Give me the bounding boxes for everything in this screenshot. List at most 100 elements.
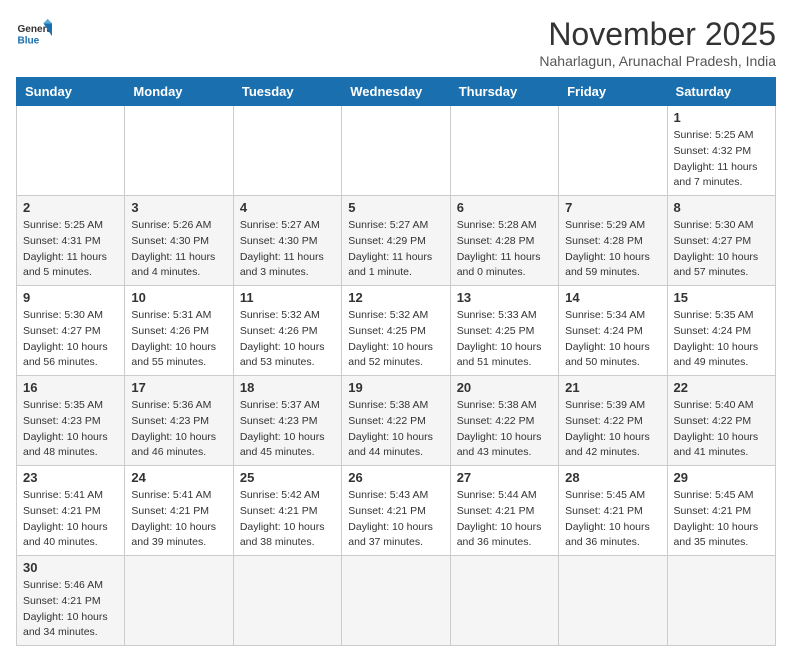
calendar-day-cell: 8Sunrise: 5:30 AM Sunset: 4:27 PM Daylig… — [667, 196, 775, 286]
calendar-table: Sunday Monday Tuesday Wednesday Thursday… — [16, 77, 776, 646]
day-number: 6 — [457, 200, 552, 215]
day-number: 9 — [23, 290, 118, 305]
calendar-day-cell: 27 Sunrise: 5:44 AM Sunset: 4:21 PM Dayli… — [450, 466, 558, 556]
calendar-day-cell: 13Sunrise: 5:33 AM Sunset: 4:25 PM Dayli… — [450, 286, 558, 376]
calendar-day-cell: 26Sunrise: 5:43 AM Sunset: 4:21 PM Dayli… — [342, 466, 450, 556]
day-info: Sunrise: 5:38 AM Sunset: 4:22 PM Dayligh… — [457, 398, 552, 461]
day-info: Sunrise: 5:27 AM Sunset: 4:29 PM Dayligh… — [348, 218, 443, 281]
day-number: 20 — [457, 380, 552, 395]
calendar-day-cell — [342, 106, 450, 196]
calendar-day-cell — [125, 106, 233, 196]
calendar-day-cell: 15Sunrise: 5:35 AM Sunset: 4:24 PM Dayli… — [667, 286, 775, 376]
calendar-day-cell: 24 Sunrise: 5:41 AM Sunset: 4:21 PM Dayli… — [125, 466, 233, 556]
day-info: Sunrise: 5:39 AM Sunset: 4:22 PM Dayligh… — [565, 398, 660, 461]
day-number: 25 — [240, 470, 335, 485]
calendar-day-cell: 4 Sunrise: 5:27 AM Sunset: 4:30 PM Daylig… — [233, 196, 341, 286]
calendar-week-row: 2 Sunrise: 5:25 AM Sunset: 4:31 PM Daylig… — [17, 196, 776, 286]
calendar-day-cell — [233, 556, 341, 646]
location-subtitle: Naharlagun, Arunachal Pradesh, India — [539, 53, 776, 69]
day-info: Sunrise: 5:25 AM Sunset: 4:32 PM Dayligh… — [674, 128, 769, 191]
day-number: 14 — [565, 290, 660, 305]
day-info: Sunrise: 5:35 AM Sunset: 4:23 PM Dayligh… — [23, 398, 118, 461]
calendar-day-cell: 1 Sunrise: 5:25 AM Sunset: 4:32 PM Daylig… — [667, 106, 775, 196]
page-header: General Blue November 2025 Naharlagun, A… — [16, 16, 776, 69]
day-info: Sunrise: 5:38 AM Sunset: 4:22 PM Dayligh… — [348, 398, 443, 461]
day-number: 30 — [23, 560, 118, 575]
day-info: Sunrise: 5:28 AM Sunset: 4:28 PM Dayligh… — [457, 218, 552, 281]
calendar-day-cell: 5 Sunrise: 5:27 AM Sunset: 4:29 PM Daylig… — [342, 196, 450, 286]
header-tuesday: Tuesday — [233, 78, 341, 106]
logo-icon: General Blue — [16, 16, 52, 52]
day-number: 24 — [131, 470, 226, 485]
day-number: 3 — [131, 200, 226, 215]
calendar-day-cell: 12 Sunrise: 5:32 AM Sunset: 4:25 PM Dayli… — [342, 286, 450, 376]
day-number: 11 — [240, 290, 335, 305]
calendar-day-cell: 16Sunrise: 5:35 AM Sunset: 4:23 PM Dayli… — [17, 376, 125, 466]
day-info: Sunrise: 5:41 AM Sunset: 4:21 PM Dayligh… — [131, 488, 226, 551]
day-info: Sunrise: 5:44 AM Sunset: 4:21 PM Dayligh… — [457, 488, 552, 551]
day-info: Sunrise: 5:26 AM Sunset: 4:30 PM Dayligh… — [131, 218, 226, 281]
day-number: 28 — [565, 470, 660, 485]
day-info: Sunrise: 5:36 AM Sunset: 4:23 PM Dayligh… — [131, 398, 226, 461]
calendar-day-cell — [667, 556, 775, 646]
day-number: 12 — [348, 290, 443, 305]
month-title: November 2025 — [539, 16, 776, 53]
day-number: 27 — [457, 470, 552, 485]
calendar-day-cell: 22 Sunrise: 5:40 AM Sunset: 4:22 PM Dayli… — [667, 376, 775, 466]
day-number: 8 — [674, 200, 769, 215]
day-info: Sunrise: 5:42 AM Sunset: 4:21 PM Dayligh… — [240, 488, 335, 551]
day-number: 19 — [348, 380, 443, 395]
calendar-day-cell: 25 Sunrise: 5:42 AM Sunset: 4:21 PM Dayli… — [233, 466, 341, 556]
calendar-day-cell: 14Sunrise: 5:34 AM Sunset: 4:24 PM Dayli… — [559, 286, 667, 376]
day-number: 7 — [565, 200, 660, 215]
title-block: November 2025 Naharlagun, Arunachal Prad… — [539, 16, 776, 69]
day-info: Sunrise: 5:45 AM Sunset: 4:21 PM Dayligh… — [674, 488, 769, 551]
day-number: 22 — [674, 380, 769, 395]
header-wednesday: Wednesday — [342, 78, 450, 106]
calendar-week-row: 16Sunrise: 5:35 AM Sunset: 4:23 PM Dayli… — [17, 376, 776, 466]
calendar-day-cell: 19 Sunrise: 5:38 AM Sunset: 4:22 PM Dayli… — [342, 376, 450, 466]
day-number: 21 — [565, 380, 660, 395]
weekday-header-row: Sunday Monday Tuesday Wednesday Thursday… — [17, 78, 776, 106]
day-info: Sunrise: 5:29 AM Sunset: 4:28 PM Dayligh… — [565, 218, 660, 281]
calendar-day-cell — [559, 106, 667, 196]
calendar-day-cell — [342, 556, 450, 646]
header-sunday: Sunday — [17, 78, 125, 106]
calendar-day-cell: 2 Sunrise: 5:25 AM Sunset: 4:31 PM Daylig… — [17, 196, 125, 286]
calendar-day-cell — [559, 556, 667, 646]
day-info: Sunrise: 5:35 AM Sunset: 4:24 PM Dayligh… — [674, 308, 769, 371]
logo: General Blue — [16, 16, 52, 52]
day-info: Sunrise: 5:25 AM Sunset: 4:31 PM Dayligh… — [23, 218, 118, 281]
calendar-day-cell: 18 Sunrise: 5:37 AM Sunset: 4:23 PM Dayli… — [233, 376, 341, 466]
calendar-day-cell — [450, 106, 558, 196]
calendar-week-row: 1 Sunrise: 5:25 AM Sunset: 4:32 PM Daylig… — [17, 106, 776, 196]
day-info: Sunrise: 5:27 AM Sunset: 4:30 PM Dayligh… — [240, 218, 335, 281]
day-info: Sunrise: 5:43 AM Sunset: 4:21 PM Dayligh… — [348, 488, 443, 551]
day-info: Sunrise: 5:40 AM Sunset: 4:22 PM Dayligh… — [674, 398, 769, 461]
calendar-day-cell: 7 Sunrise: 5:29 AM Sunset: 4:28 PM Daylig… — [559, 196, 667, 286]
day-info: Sunrise: 5:45 AM Sunset: 4:21 PM Dayligh… — [565, 488, 660, 551]
calendar-week-row: 30 Sunrise: 5:46 AM Sunset: 4:21 PM Dayli… — [17, 556, 776, 646]
calendar-day-cell — [125, 556, 233, 646]
calendar-day-cell: 20 Sunrise: 5:38 AM Sunset: 4:22 PM Dayli… — [450, 376, 558, 466]
calendar-day-cell: 3 Sunrise: 5:26 AM Sunset: 4:30 PM Daylig… — [125, 196, 233, 286]
day-info: Sunrise: 5:32 AM Sunset: 4:25 PM Dayligh… — [348, 308, 443, 371]
day-info: Sunrise: 5:37 AM Sunset: 4:23 PM Dayligh… — [240, 398, 335, 461]
calendar-day-cell: 9Sunrise: 5:30 AM Sunset: 4:27 PM Daylig… — [17, 286, 125, 376]
header-saturday: Saturday — [667, 78, 775, 106]
day-number: 23 — [23, 470, 118, 485]
day-number: 5 — [348, 200, 443, 215]
day-number: 1 — [674, 110, 769, 125]
day-number: 4 — [240, 200, 335, 215]
calendar-day-cell: 17Sunrise: 5:36 AM Sunset: 4:23 PM Dayli… — [125, 376, 233, 466]
day-info: Sunrise: 5:46 AM Sunset: 4:21 PM Dayligh… — [23, 578, 118, 641]
calendar-day-cell: 30 Sunrise: 5:46 AM Sunset: 4:21 PM Dayli… — [17, 556, 125, 646]
calendar-week-row: 9Sunrise: 5:30 AM Sunset: 4:27 PM Daylig… — [17, 286, 776, 376]
day-info: Sunrise: 5:33 AM Sunset: 4:25 PM Dayligh… — [457, 308, 552, 371]
day-info: Sunrise: 5:41 AM Sunset: 4:21 PM Dayligh… — [23, 488, 118, 551]
day-number: 10 — [131, 290, 226, 305]
day-number: 2 — [23, 200, 118, 215]
day-number: 18 — [240, 380, 335, 395]
svg-text:Blue: Blue — [17, 35, 39, 46]
header-thursday: Thursday — [450, 78, 558, 106]
